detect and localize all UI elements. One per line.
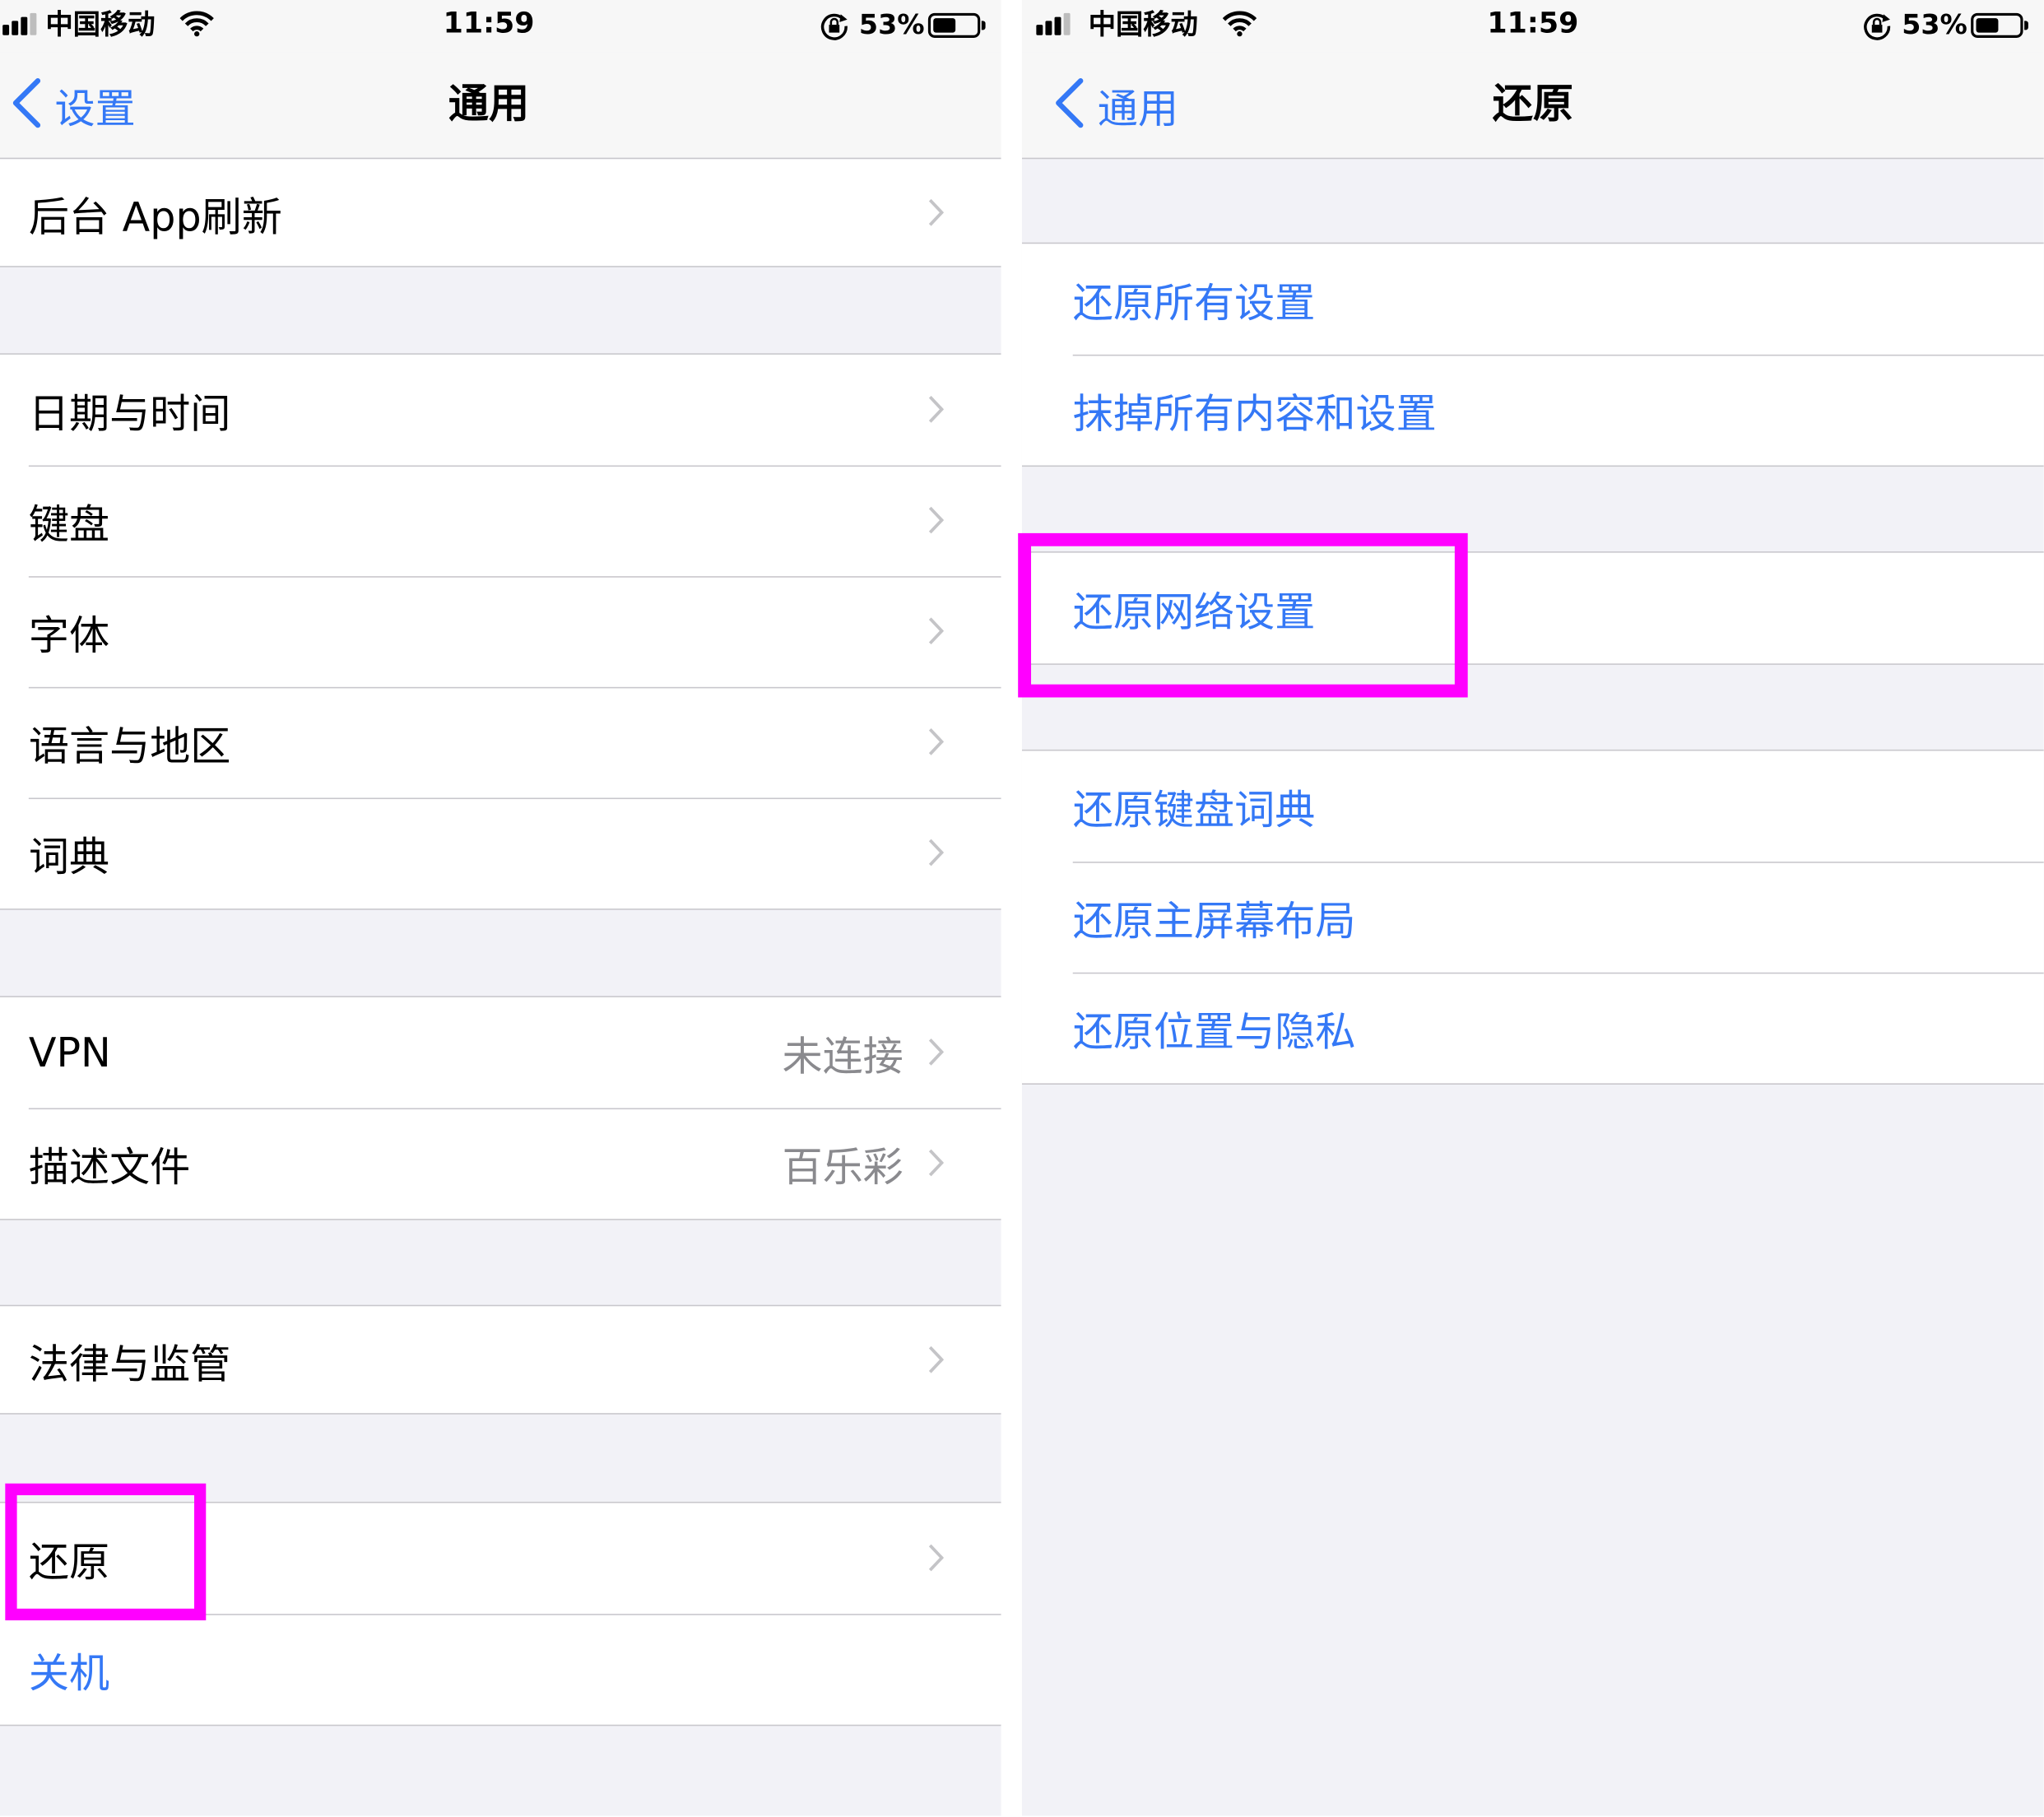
- chevron-right-icon: [928, 727, 944, 755]
- row-profiles[interactable]: 描述文件 百乐彩: [0, 1108, 1001, 1219]
- chevron-right-icon: [928, 839, 944, 867]
- chevron-right-icon: [928, 1149, 944, 1177]
- row-label: 日期与时间: [28, 391, 231, 439]
- reset-options-group: 还原网络设置: [1021, 551, 2044, 665]
- settings-group: VPN 未连接 描述文件 百乐彩: [0, 996, 1001, 1220]
- chevron-right-icon: [928, 396, 944, 423]
- chevron-right-icon: [928, 506, 944, 534]
- navigation-bar: 设置 通用: [0, 52, 1001, 160]
- row-label: 键盘: [28, 501, 110, 549]
- page-title: 通用: [448, 81, 530, 128]
- settings-group: 后台 App刷新: [0, 157, 1001, 267]
- cellular-signal-icon: [2, 12, 37, 35]
- row-date-time[interactable]: 日期与时间: [0, 355, 1001, 466]
- chevron-right-icon: [928, 1345, 944, 1373]
- settings-group: 日期与时间 键盘 字体 语言与地区 词典: [0, 353, 1001, 910]
- row-label: 字体: [28, 612, 110, 660]
- cellular-signal-icon: [1036, 12, 1071, 35]
- reset-screen: 中国移动 11:59 53% 通用 还原 还原所有设置 抹掉所有内容和设置 还原…: [1021, 0, 2044, 1816]
- chevron-right-icon: [928, 198, 944, 226]
- row-background-app-refresh[interactable]: 后台 App刷新: [0, 159, 1001, 266]
- screenshot-stage: 中国移动 11:59 53% 设置 通用 后台 App刷新 日期与时间 键盘 字…: [0, 0, 2044, 1816]
- status-bar: 中国移动 11:59 53%: [1021, 0, 2044, 53]
- reset-all-settings-button[interactable]: 还原所有设置: [1022, 244, 2044, 355]
- battery-cap: [981, 21, 986, 30]
- row-label: 法律与监管: [28, 1341, 231, 1388]
- rotation-lock-icon: [1863, 12, 1892, 45]
- page-title: 还原: [1492, 81, 1574, 128]
- row-label: 后台 App刷新: [28, 193, 282, 241]
- erase-all-content-button[interactable]: 抹掉所有内容和设置: [1022, 354, 2044, 466]
- row-label: 还原位置与隐私: [1072, 1009, 1356, 1057]
- battery-icon: [1971, 12, 2023, 38]
- settings-group: 法律与监管: [0, 1304, 1001, 1415]
- row-label: 还原主屏幕布局: [1072, 898, 1356, 946]
- row-fonts[interactable]: 字体: [0, 576, 1001, 687]
- row-label: 关机: [28, 1650, 110, 1698]
- row-label: VPN: [28, 1029, 111, 1076]
- reset-network-settings-button[interactable]: 还原网络设置: [1022, 553, 2044, 664]
- general-settings-screen: 中国移动 11:59 53% 设置 通用 后台 App刷新 日期与时间 键盘 字…: [0, 0, 1001, 1816]
- row-label: 还原键盘词典: [1072, 787, 1316, 834]
- chevron-right-icon: [928, 1039, 944, 1066]
- chevron-right-icon: [928, 617, 944, 645]
- row-keyboard[interactable]: 键盘: [0, 465, 1001, 577]
- battery-icon: [927, 12, 981, 38]
- row-label: 描述文件: [28, 1144, 191, 1192]
- row-reset[interactable]: 还原: [0, 1503, 1001, 1614]
- battery-cap: [2024, 21, 2028, 30]
- row-value: 未连接: [782, 1034, 904, 1081]
- row-label: 还原网络设置: [1072, 589, 1316, 637]
- carrier-name: 中国移动: [1088, 9, 1198, 41]
- wifi-icon: [179, 11, 214, 42]
- row-label: 词典: [28, 834, 110, 881]
- row-dictionary[interactable]: 词典: [0, 797, 1001, 908]
- reset-location-privacy-button[interactable]: 还原位置与隐私: [1022, 972, 2044, 1084]
- settings-group: 还原 关机: [0, 1501, 1001, 1726]
- status-time: 11:59: [1487, 7, 1579, 41]
- row-value: 百乐彩: [782, 1144, 904, 1192]
- reset-keyboard-dictionary-button[interactable]: 还原键盘词典: [1022, 750, 2044, 862]
- reset-home-screen-layout-button[interactable]: 还原主屏幕布局: [1022, 862, 2044, 973]
- battery-percentage: 53%: [1902, 9, 1967, 41]
- status-bar: 中国移动 11:59 53%: [0, 0, 1001, 53]
- status-time: 11:59: [443, 7, 535, 41]
- row-legal-regulatory[interactable]: 法律与监管: [0, 1306, 1001, 1413]
- navigation-bar: 通用 还原: [1021, 52, 2044, 160]
- rotation-lock-icon: [820, 12, 848, 45]
- row-language-region[interactable]: 语言与地区: [0, 686, 1001, 798]
- row-vpn[interactable]: VPN 未连接: [0, 997, 1001, 1108]
- row-label: 还原所有设置: [1072, 280, 1316, 328]
- reset-options-group: 还原所有设置 抹掉所有内容和设置: [1021, 242, 2044, 467]
- battery-percentage: 53%: [858, 9, 925, 41]
- wifi-icon: [1222, 11, 1257, 42]
- carrier-name: 中国移动: [45, 9, 156, 41]
- chevron-right-icon: [928, 1544, 944, 1572]
- shutdown-button[interactable]: 关机: [0, 1614, 1001, 1725]
- reset-options-group: 还原键盘词典 还原主屏幕布局 还原位置与隐私: [1021, 749, 2044, 1085]
- row-label: 抹掉所有内容和设置: [1072, 391, 1437, 439]
- row-label: 语言与地区: [28, 723, 231, 771]
- row-label: 还原: [28, 1539, 110, 1587]
